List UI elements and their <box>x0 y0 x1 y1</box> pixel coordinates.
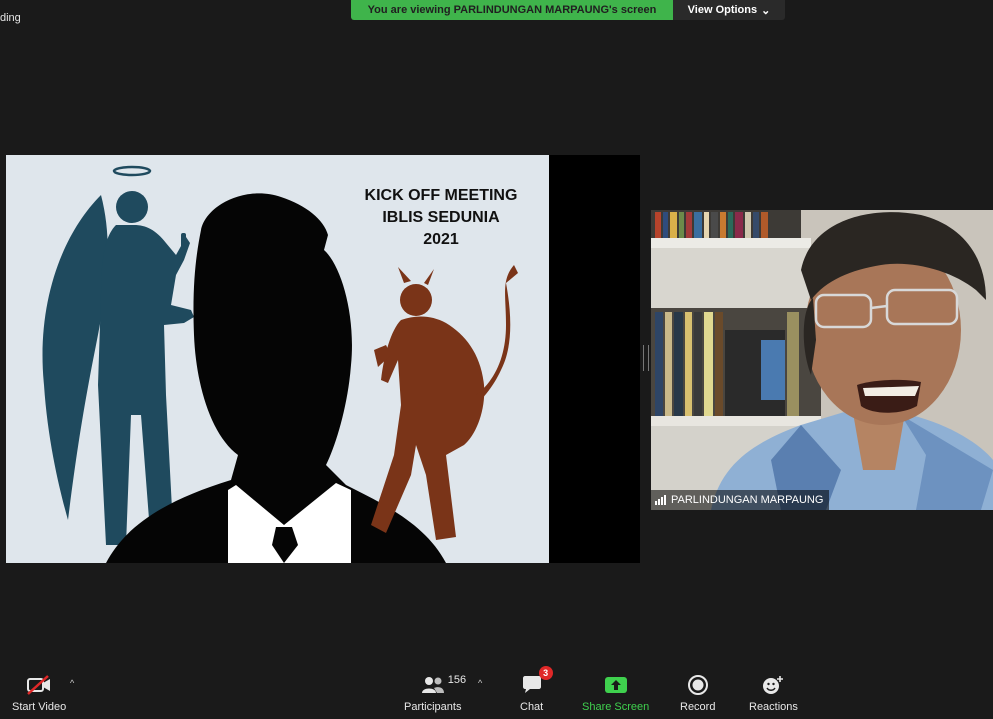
chat-icon: 3 <box>521 666 553 698</box>
start-video-button[interactable]: Start Video <box>12 672 66 713</box>
participant-name: PARLINDUNGAN MARPAUNG <box>671 494 824 506</box>
chat-unread-badge: 3 <box>538 666 553 680</box>
chevron-down-icon: ⌄ <box>761 4 771 17</box>
participants-button[interactable]: 156 Participants <box>404 672 466 713</box>
participants-icon: 156 <box>420 672 466 698</box>
halo-shape <box>112 165 152 177</box>
share-screen-label: Share Screen <box>582 701 650 713</box>
meeting-toolbar: Start Video ^ 156 Participants ^ 3 Chat <box>0 664 993 719</box>
presentation-slide: KICK OFF MEETING IBLIS SEDUNIA 2021 <box>6 155 549 563</box>
slide-title-line: IBLIS SEDUNIA <box>382 209 500 226</box>
view-options-label: View Options <box>687 4 758 16</box>
slide-title-line: 2021 <box>423 231 459 248</box>
chat-label: Chat <box>520 701 544 713</box>
record-icon <box>687 672 709 698</box>
slide-title: KICK OFF MEETING IBLIS SEDUNIA 2021 <box>336 185 546 251</box>
participant-video <box>651 210 993 510</box>
emoji-reaction-icon <box>761 672 785 698</box>
signal-strength-icon <box>655 495 666 505</box>
participant-name-tag: PARLINDUNGAN MARPAUNG <box>651 490 830 510</box>
video-options-caret-icon[interactable]: ^ <box>70 678 74 688</box>
chat-button[interactable]: 3 Chat <box>520 666 553 713</box>
reactions-button[interactable]: Reactions <box>749 672 798 713</box>
participant-count: 156 <box>447 674 467 686</box>
slide-title-line: KICK OFF MEETING <box>364 187 518 204</box>
panel-resize-handle[interactable] <box>643 345 649 371</box>
share-screen-button[interactable]: Share Screen <box>582 672 649 713</box>
view-options-button[interactable]: View Options ⌄ <box>673 0 785 20</box>
share-screen-icon <box>604 672 628 698</box>
record-label: Record <box>680 701 716 713</box>
record-button[interactable]: Record <box>680 672 715 713</box>
video-off-icon <box>26 672 52 698</box>
participants-label: Participants <box>404 701 462 713</box>
participants-caret-icon[interactable]: ^ <box>478 678 482 688</box>
start-video-label: Start Video <box>12 701 67 713</box>
shared-screen: KICK OFF MEETING IBLIS SEDUNIA 2021 <box>6 155 640 563</box>
recording-label: ding <box>0 12 21 24</box>
participant-video-tile[interactable]: PARLINDUNGAN MARPAUNG <box>651 210 993 510</box>
reactions-label: Reactions <box>749 701 798 713</box>
angel-wing-shape <box>42 195 108 520</box>
viewing-screen-banner: You are viewing PARLINDUNGAN MARPAUNG's … <box>351 0 673 20</box>
devil-figure <box>371 265 518 540</box>
angel-figure <box>98 191 194 547</box>
